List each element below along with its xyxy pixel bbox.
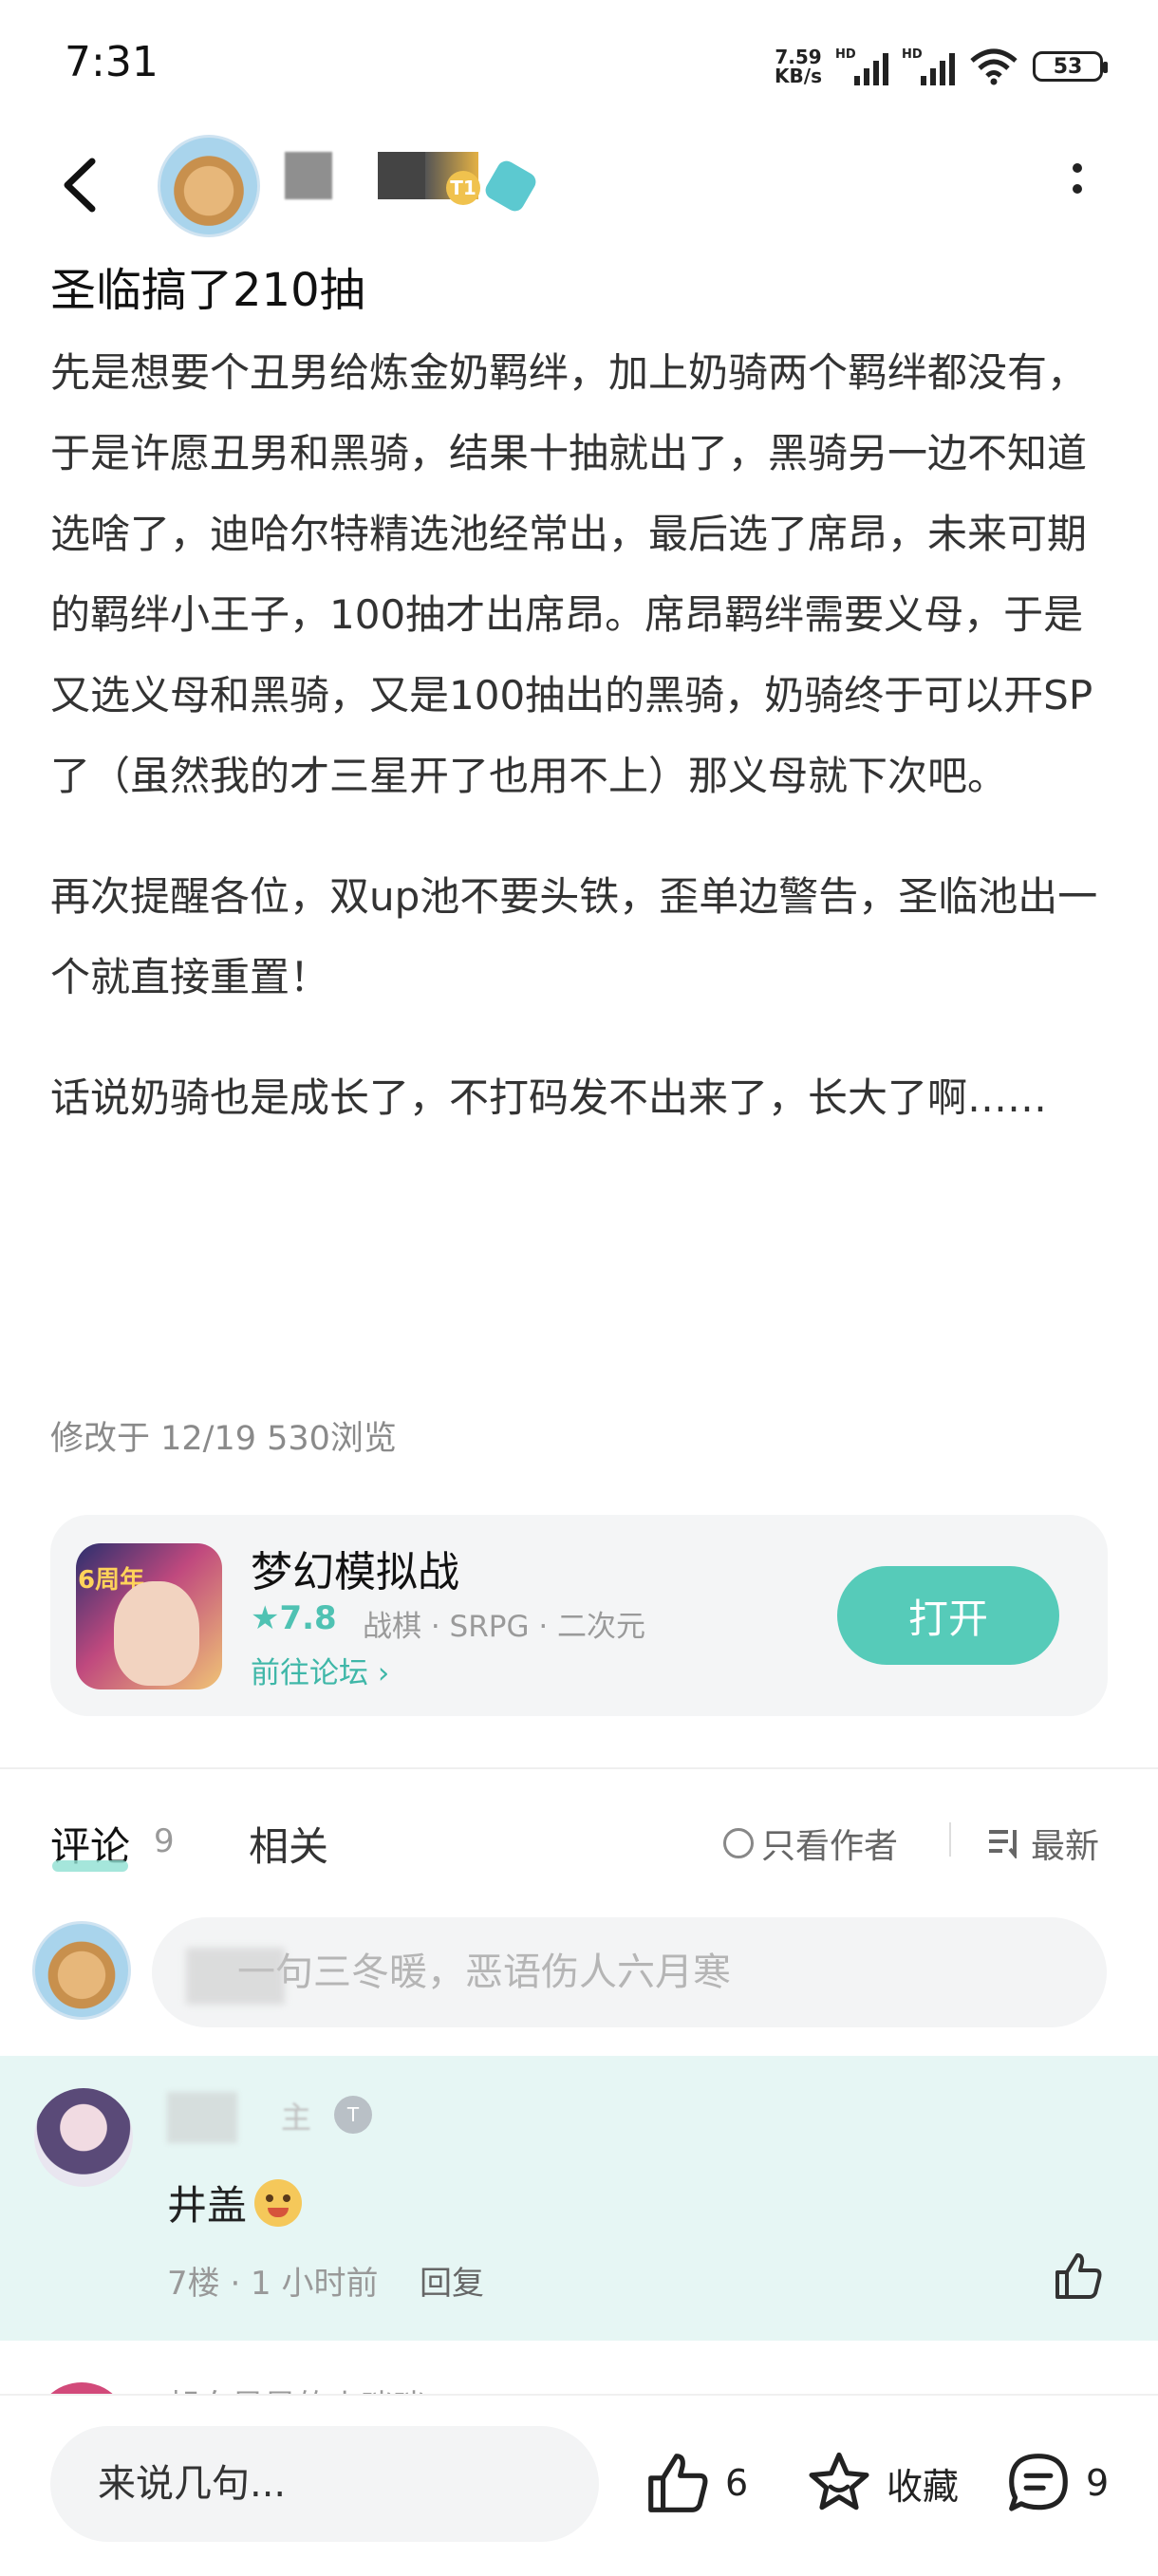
comment-input[interactable]	[152, 1917, 1107, 2027]
signal-icon-2: HD	[902, 47, 955, 85]
comments-count: 9	[154, 1822, 175, 1860]
comment-meta: 7楼 · 1 小时前	[167, 2265, 379, 2303]
section-divider	[0, 1767, 1158, 1769]
wifi-icon	[970, 48, 1018, 85]
sort-icon	[989, 1830, 1017, 1858]
status-time: 7:31	[65, 38, 159, 86]
battery-indicator: 53	[1033, 51, 1108, 82]
open-game-button[interactable]: 打开	[837, 1566, 1059, 1665]
reply-button[interactable]: 回复	[420, 2257, 484, 2304]
more-options-button[interactable]	[1063, 163, 1092, 220]
game-icon[interactable]: 6周年	[76, 1543, 222, 1689]
only-author-label: 只看作者	[761, 1827, 899, 1866]
level-badge: T1	[446, 171, 480, 205]
forum-link[interactable]: 前往论坛 ›	[251, 1649, 389, 1691]
my-avatar	[32, 1921, 131, 2020]
like-count: 6	[725, 2462, 749, 2504]
sort-button[interactable]: 最新	[987, 1819, 1099, 1868]
commenter-name[interactable]: 主	[281, 2094, 311, 2137]
post-paragraph: 先是想要个丑男给炼金奶羁绊，加上奶骑两个羁绊都没有，于是许愿丑男和黑骑，结果十抽…	[50, 349, 1093, 799]
user-level-badge: T	[334, 2096, 372, 2134]
comment-text-content: 井盖	[167, 2182, 248, 2229]
network-speed-value: 7.59	[775, 46, 822, 68]
bottom-comment-input[interactable]	[50, 2426, 599, 2542]
thumbs-up-icon	[648, 2454, 708, 2512]
post-meta: 修改于 12/19 530浏览	[50, 1420, 397, 1458]
only-author-toggle[interactable]: 只看作者	[723, 1819, 898, 1868]
comment-like-button[interactable]	[1052, 2249, 1105, 2303]
favorite-label: 收藏	[887, 2465, 960, 2508]
author-name-blurred	[285, 152, 332, 199]
signal-icon: HD	[835, 47, 888, 85]
author-avatar[interactable]	[158, 135, 260, 237]
sort-label: 最新	[1031, 1827, 1100, 1866]
back-button[interactable]	[52, 152, 109, 218]
blur-overlay	[186, 1948, 285, 2005]
star-icon	[809, 2452, 869, 2511]
status-icons: 7.59 KB/s HD HD 53	[775, 46, 1108, 87]
gem-badge-icon	[481, 157, 540, 215]
game-rating: ★7.8	[251, 1599, 337, 1637]
game-character-art	[114, 1581, 199, 1686]
comment-text: 井盖	[167, 2174, 303, 2231]
comments-button[interactable]: 9	[1004, 2445, 1109, 2521]
post-title: 圣临搞了210抽	[50, 264, 365, 317]
divider	[949, 1822, 951, 1857]
comment-count: 9	[1086, 2462, 1110, 2504]
chevron-left-icon	[64, 158, 96, 213]
network-speed: 7.59 KB/s	[775, 47, 822, 85]
radio-circle-icon	[723, 1828, 754, 1858]
like-button[interactable]: 6	[644, 2445, 748, 2521]
dot-icon	[1073, 163, 1082, 173]
commenter-name-blurred	[167, 2092, 237, 2143]
commenter-avatar[interactable]	[34, 2088, 133, 2187]
game-tags: 战棋 · SRPG · 二次元	[363, 1610, 646, 1644]
game-name: 梦幻模拟战	[251, 1548, 459, 1596]
author-name-blurred-2	[378, 152, 425, 199]
post-paragraph: 话说奶骑也是成长了，不打码发不出来了，长大了啊……	[50, 1074, 1048, 1121]
post-body: 先是想要个丑男给炼金奶羁绊，加上奶骑两个羁绊都没有，于是许愿丑男和黑骑，结果十抽…	[50, 332, 1123, 1178]
post-paragraph: 再次提醒各位，双up池不要头铁，歪单边警告，圣临池出一个就直接重置！	[50, 873, 1098, 1000]
thumbs-up-icon	[1055, 2253, 1102, 2299]
tab-active-indicator	[52, 1860, 128, 1872]
signal-hd-label-2: HD	[902, 47, 923, 62]
favorite-button[interactable]: 收藏	[805, 2445, 959, 2521]
emoji-icon	[254, 2178, 303, 2227]
dot-icon	[1073, 184, 1082, 194]
signal-hd-label: HD	[835, 47, 856, 62]
tab-related[interactable]: 相关	[249, 1815, 328, 1873]
network-speed-unit: KB/s	[775, 65, 822, 87]
chat-bubble-icon	[1009, 2454, 1068, 2511]
